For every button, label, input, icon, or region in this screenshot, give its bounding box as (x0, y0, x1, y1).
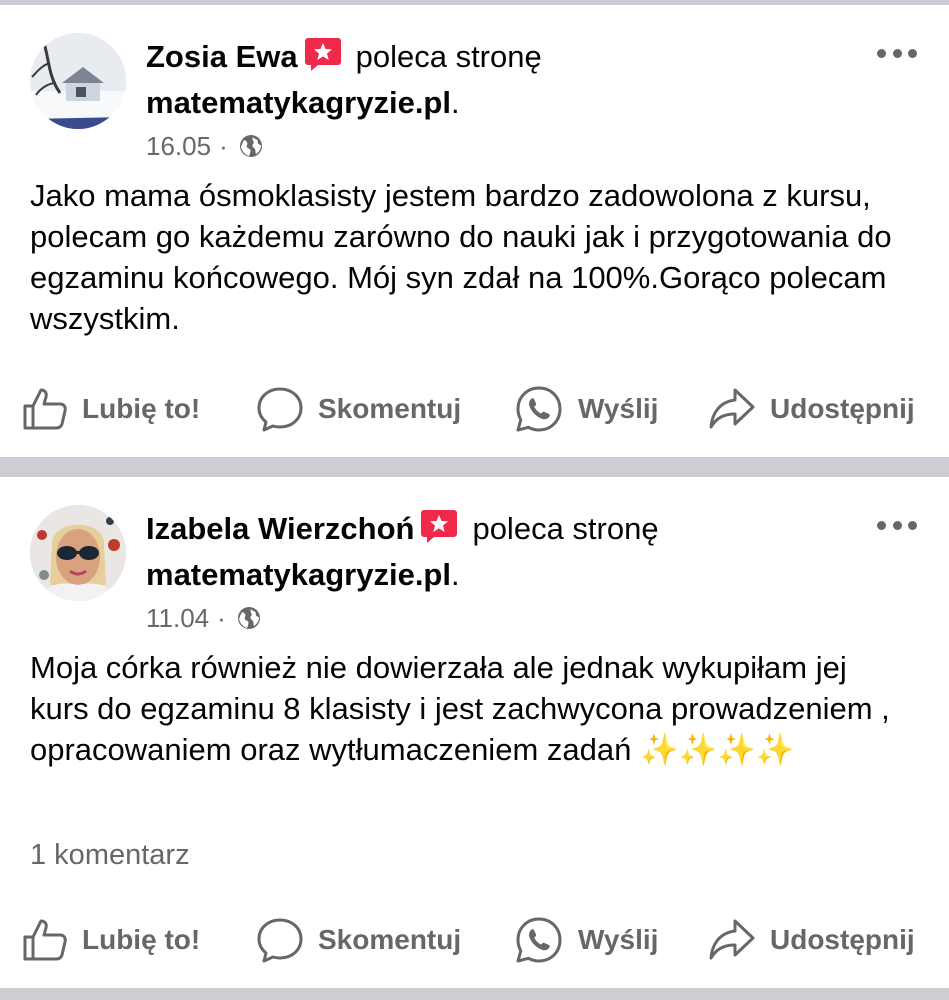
action-bar: Lubię to! Skomentuj Wyślij Udostępnij (0, 379, 949, 439)
recommended-page: matematykagryzie.pl. (146, 83, 460, 123)
comment-button[interactable]: Skomentuj (256, 379, 461, 439)
send-button[interactable]: Wyślij (514, 910, 658, 970)
send-button[interactable]: Wyślij (514, 379, 658, 439)
like-button[interactable]: Lubię to! (22, 379, 200, 439)
send-label: Wyślij (578, 924, 659, 955)
globe-icon (238, 133, 264, 159)
recommend-badge-icon (304, 35, 342, 73)
author-name[interactable]: Zosia Ewa (146, 39, 298, 74)
share-icon (709, 919, 755, 960)
recommend-badge-icon (420, 507, 458, 545)
comment-icon (257, 387, 303, 432)
like-icon (23, 388, 67, 430)
like-label: Lubię to! (82, 393, 201, 424)
share-label: Udostępnij (770, 393, 915, 424)
comments-count[interactable]: 1 komentarz (30, 837, 190, 873)
post-body: Moja córka również nie dowierzała ale je… (30, 650, 890, 767)
recommends-text: poleca stronę (472, 511, 659, 546)
like-button[interactable]: Lubię to! (22, 910, 200, 970)
post-body: Jako mama ósmoklasisty jestem bardzo zad… (30, 178, 892, 336)
more-icon[interactable] (877, 43, 917, 63)
like-label: Lubię to! (82, 924, 201, 955)
author-name[interactable]: Izabela Wierzchoń (146, 511, 414, 546)
comment-icon (257, 918, 303, 963)
meta-separator: · (219, 131, 228, 161)
avatar[interactable] (30, 505, 126, 601)
meta-separator: · (217, 603, 226, 633)
share-icon (709, 388, 755, 429)
more-icon[interactable] (877, 515, 917, 535)
post: Zosia Ewa poleca stronę matematykagryzie.… (0, 5, 949, 457)
post-meta: 11.04 · (146, 601, 262, 635)
whatsapp-icon (516, 386, 562, 432)
post: Izabela Wierzchoń poleca stronę matematyk… (0, 477, 949, 988)
share-button[interactable]: Udostępnij (708, 910, 915, 970)
share-button[interactable]: Udostępnij (708, 379, 915, 439)
send-label: Wyślij (578, 393, 659, 424)
page-link[interactable]: matematykagryzie.pl (146, 557, 451, 592)
post-header: Izabela Wierzchoń poleca stronę (146, 507, 659, 549)
action-bar: Lubię to! Skomentuj Wyślij Udostępnij (0, 910, 949, 970)
avatar-image (30, 33, 126, 129)
whatsapp-icon (516, 917, 562, 963)
comment-label: Skomentuj (318, 924, 462, 955)
page-link[interactable]: matematykagryzie.pl (146, 85, 451, 120)
recommended-page: matematykagryzie.pl. (146, 555, 460, 595)
post-meta: 16.05 · (146, 129, 264, 163)
post-date[interactable]: 11.04 (146, 601, 209, 635)
avatar-image (30, 505, 126, 601)
page-suffix: . (450, 557, 460, 592)
share-label: Udostępnij (770, 924, 915, 955)
comment-label: Skomentuj (318, 393, 462, 424)
bottom-divider (0, 988, 949, 1000)
globe-icon (236, 605, 262, 631)
recommends-text: poleca stronę (355, 39, 542, 74)
post-divider (0, 457, 949, 477)
post-header: Zosia Ewa poleca stronę (146, 35, 542, 77)
avatar[interactable] (30, 33, 126, 129)
comment-button[interactable]: Skomentuj (256, 910, 461, 970)
post-date[interactable]: 16.05 (146, 129, 211, 163)
page-suffix: . (450, 85, 460, 120)
like-icon (23, 919, 67, 961)
